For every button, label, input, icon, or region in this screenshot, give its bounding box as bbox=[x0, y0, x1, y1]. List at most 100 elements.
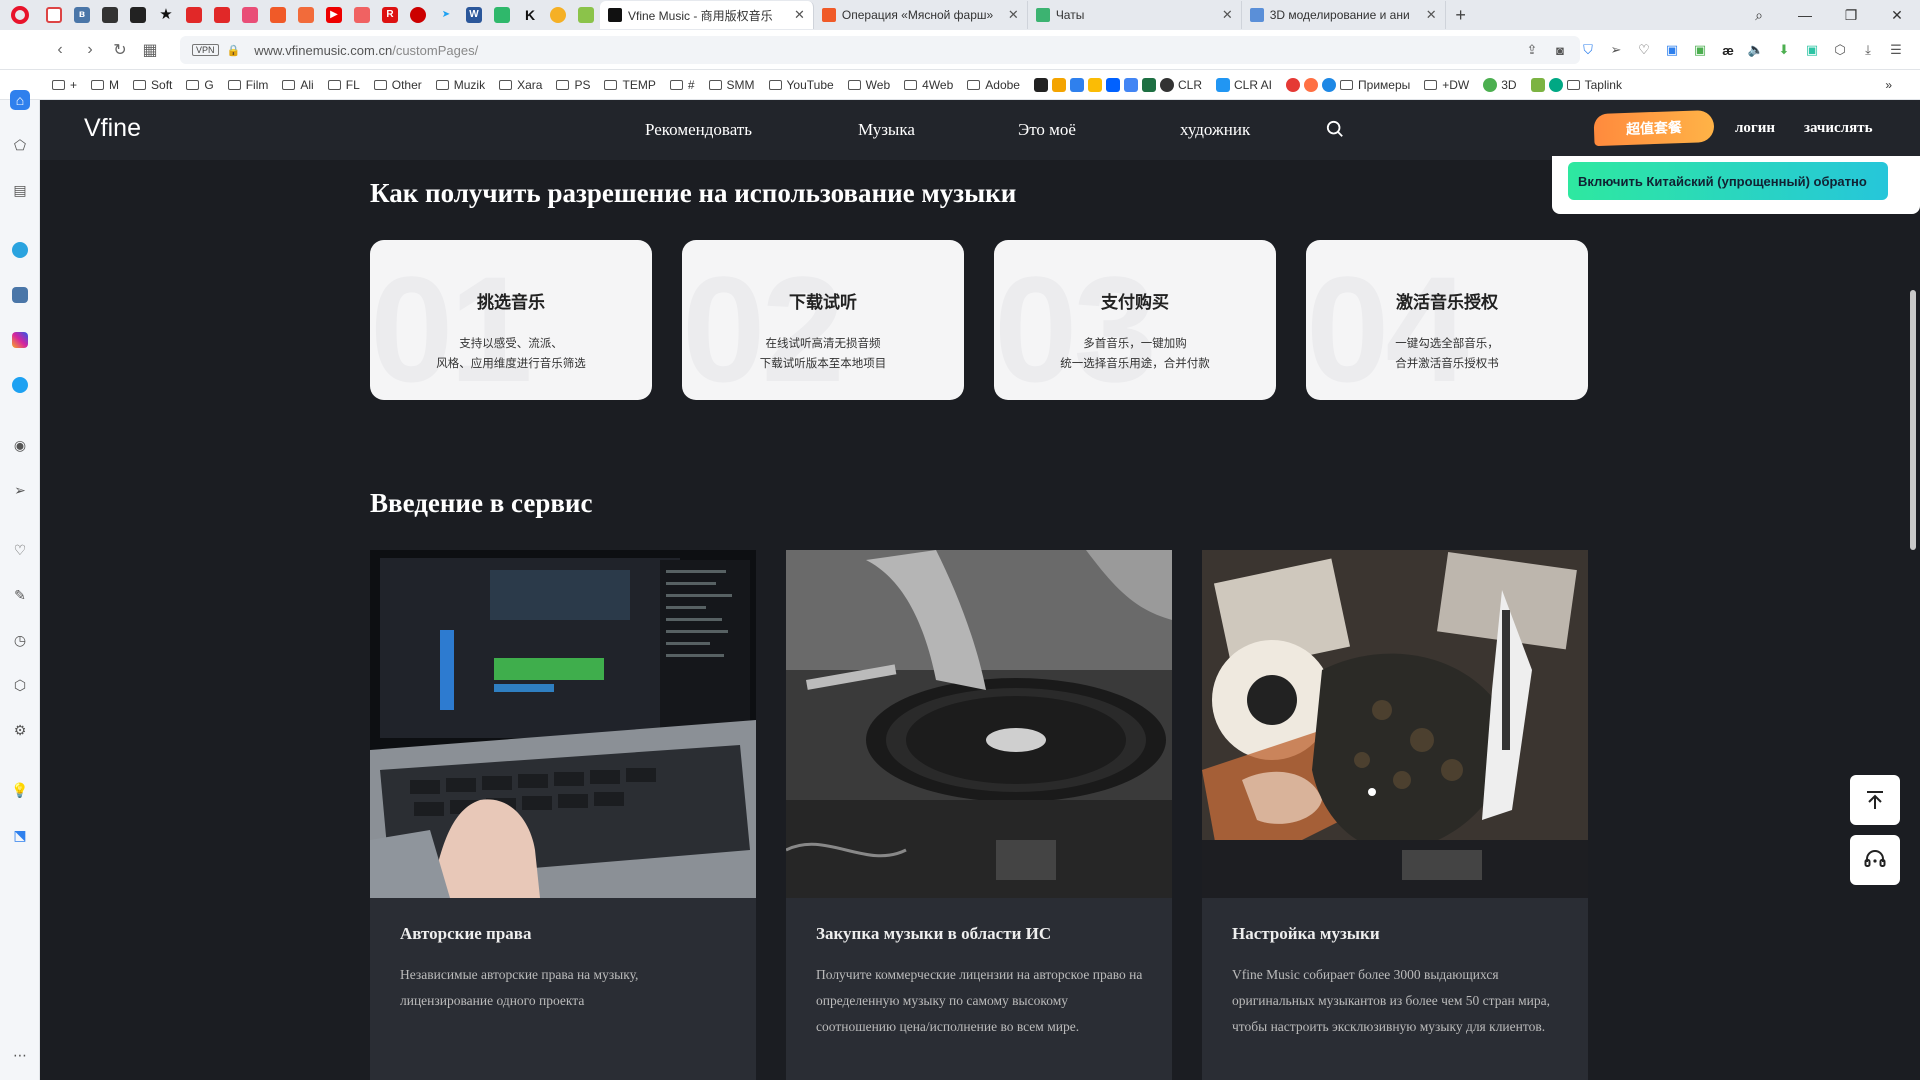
close-icon[interactable]: ✕ bbox=[1222, 7, 1233, 23]
edit-icon[interactable]: ✎ bbox=[10, 585, 30, 605]
pinned-tab[interactable] bbox=[124, 0, 152, 30]
bookmark-item[interactable]: 3D bbox=[1483, 77, 1517, 92]
pinned-tab[interactable]: ★ bbox=[152, 0, 180, 30]
heart-icon[interactable]: ♡ bbox=[10, 540, 30, 560]
menu-icon[interactable]: ☰ bbox=[1882, 42, 1910, 58]
speaker-icon[interactable]: 🔈 bbox=[1742, 42, 1770, 58]
nav-music[interactable]: Музыка bbox=[858, 120, 915, 140]
bookmark-item[interactable]: Other bbox=[373, 78, 422, 92]
bookmark-item[interactable]: Film bbox=[227, 78, 268, 92]
step-card[interactable]: 02 下载试听 在线试听高清无损音频 下载试听版本至本地项目 bbox=[682, 240, 964, 400]
bookmark-item[interactable]: TEMP bbox=[604, 78, 656, 92]
pinned-tab[interactable] bbox=[488, 0, 516, 30]
pinned-tab[interactable] bbox=[96, 0, 124, 30]
more-bookmarks-icon[interactable]: » bbox=[1885, 78, 1892, 92]
twitter-icon[interactable] bbox=[10, 375, 30, 395]
bookmark-item[interactable]: FL bbox=[327, 78, 360, 92]
telegram-icon[interactable] bbox=[10, 240, 30, 260]
bookmark-item[interactable]: +DW bbox=[1424, 78, 1469, 92]
opera-menu-button[interactable] bbox=[0, 0, 40, 30]
bookmark-item[interactable]: Adobe bbox=[967, 78, 1020, 92]
scrollbar-thumb[interactable] bbox=[1910, 290, 1916, 550]
news-icon[interactable]: ▤ bbox=[10, 180, 30, 200]
bookmark-item[interactable]: SMM bbox=[708, 78, 755, 92]
home-icon[interactable]: ⌂ bbox=[10, 90, 30, 110]
url-field[interactable]: VPN 🔒 www.vfinemusic.com.cn /customPages… bbox=[180, 36, 1580, 64]
extension-icon[interactable]: ▣ bbox=[1798, 42, 1826, 58]
camera-icon[interactable]: ◙ bbox=[1546, 43, 1574, 58]
login-link[interactable]: логин bbox=[1735, 120, 1775, 137]
search-icon[interactable] bbox=[1326, 120, 1344, 138]
pinned-tab[interactable] bbox=[572, 0, 600, 30]
vpn-badge[interactable]: VPN bbox=[192, 44, 219, 56]
extension-icon[interactable]: ▣ bbox=[1686, 42, 1714, 58]
pinned-tab[interactable]: ➤ bbox=[432, 0, 460, 30]
pinned-tab[interactable]: K bbox=[516, 0, 544, 30]
close-icon[interactable]: ✕ bbox=[1426, 7, 1437, 23]
download-icon[interactable]: ⤓ bbox=[1854, 42, 1882, 58]
close-window-icon[interactable]: ✕ bbox=[1874, 7, 1920, 24]
back-icon[interactable]: ‹ bbox=[45, 41, 75, 59]
bookmark-item[interactable]: Soft bbox=[133, 78, 172, 92]
bookmark-item[interactable]: YouTube bbox=[768, 78, 834, 92]
bookmark-item[interactable]: Ali bbox=[282, 78, 314, 92]
bookmark-item[interactable]: Muzik bbox=[435, 78, 485, 92]
player-icon[interactable]: ◉ bbox=[10, 435, 30, 455]
back-to-top-button[interactable] bbox=[1850, 775, 1900, 825]
tab-3d[interactable]: 3D моделирование и ани ✕ bbox=[1242, 1, 1446, 29]
restore-icon[interactable]: ❐ bbox=[1828, 7, 1874, 24]
lock-icon[interactable]: 🔒 bbox=[227, 44, 241, 57]
nav-recommend[interactable]: Рекомендовать bbox=[645, 120, 752, 140]
download-arrow-icon[interactable]: ⬇ bbox=[1770, 42, 1798, 58]
service-card[interactable]: Настройка музыки Vfine Music собирает бо… bbox=[1202, 550, 1588, 1080]
promo-badge[interactable]: 超值套餐 bbox=[1593, 109, 1715, 147]
bookmark-item[interactable]: CLR AI bbox=[1216, 77, 1272, 92]
heart-icon[interactable]: ♡ bbox=[1630, 42, 1658, 58]
pinned-tab[interactable] bbox=[40, 0, 68, 30]
more-icon[interactable]: ⋯ bbox=[10, 1045, 30, 1065]
tab-operation[interactable]: Операция «Мясной фарш» ✕ bbox=[814, 1, 1028, 29]
reload-icon[interactable]: ↻ bbox=[105, 40, 135, 60]
step-card[interactable]: 01 挑选音乐 支持以感受、流派、 风格、应用维度进行音乐筛选 bbox=[370, 240, 652, 400]
pinned-tab[interactable] bbox=[180, 0, 208, 30]
minimize-icon[interactable]: — bbox=[1782, 7, 1828, 23]
bookmark-item[interactable]: G bbox=[186, 78, 214, 92]
bookmark-item[interactable]: PS bbox=[556, 78, 590, 92]
pinned-tab[interactable] bbox=[208, 0, 236, 30]
pinned-tab[interactable] bbox=[264, 0, 292, 30]
close-icon[interactable]: ✕ bbox=[794, 7, 805, 23]
shield-icon[interactable]: ⛉ bbox=[1574, 42, 1602, 58]
customer-support-button[interactable] bbox=[1850, 835, 1900, 885]
tab-chats[interactable]: Чаты ✕ bbox=[1028, 1, 1242, 29]
pinned-tab[interactable]: ▶ bbox=[320, 0, 348, 30]
pinned-tab[interactable] bbox=[544, 0, 572, 30]
service-card[interactable]: Авторские права Независимые авторские пр… bbox=[370, 550, 756, 1080]
send-icon[interactable]: ➢ bbox=[1602, 42, 1630, 58]
tabs-grid-icon[interactable]: ▦ bbox=[135, 40, 165, 60]
vk-icon[interactable] bbox=[10, 285, 30, 305]
pinned-tab[interactable] bbox=[292, 0, 320, 30]
translate-icon[interactable]: ⬔ bbox=[10, 825, 30, 845]
pinned-tab[interactable] bbox=[404, 0, 432, 30]
cube-icon[interactable]: ⬡ bbox=[1826, 42, 1854, 58]
cube-icon[interactable]: ⬡ bbox=[10, 675, 30, 695]
bookmark-item[interactable]: M bbox=[91, 78, 119, 92]
register-link[interactable]: зачислять bbox=[1804, 120, 1873, 137]
service-card[interactable]: Закупка музыки в области ИС Получите ком… bbox=[786, 550, 1172, 1080]
pinned-tab[interactable] bbox=[348, 0, 376, 30]
new-tab-button[interactable]: + bbox=[1446, 5, 1476, 26]
history-icon[interactable]: ◷ bbox=[10, 630, 30, 650]
lightbulb-icon[interactable]: 💡 bbox=[10, 780, 30, 800]
pinned-tab[interactable]: в bbox=[68, 0, 96, 30]
pin-icon[interactable]: ⬠ bbox=[10, 135, 30, 155]
bookmark-item[interactable]: 4Web bbox=[904, 78, 953, 92]
send-icon[interactable]: ➢ bbox=[10, 480, 30, 500]
translate-back-button[interactable]: Включить Китайский (упрощенный) обратно bbox=[1568, 162, 1888, 200]
search-tabs-icon[interactable]: ⌕ bbox=[1736, 7, 1782, 24]
ae-icon[interactable]: æ bbox=[1714, 43, 1742, 58]
bookmark-item[interactable]: Web bbox=[847, 78, 890, 92]
nav-mine[interactable]: Это моё bbox=[1018, 120, 1076, 140]
bookmark-item[interactable]: + bbox=[52, 78, 77, 92]
tab-vfine[interactable]: Vfine Music - 商用版权音乐 ✕ bbox=[600, 1, 814, 29]
step-card[interactable]: 04 激活音乐授权 一键勾选全部音乐， 合并激活音乐授权书 bbox=[1306, 240, 1588, 400]
